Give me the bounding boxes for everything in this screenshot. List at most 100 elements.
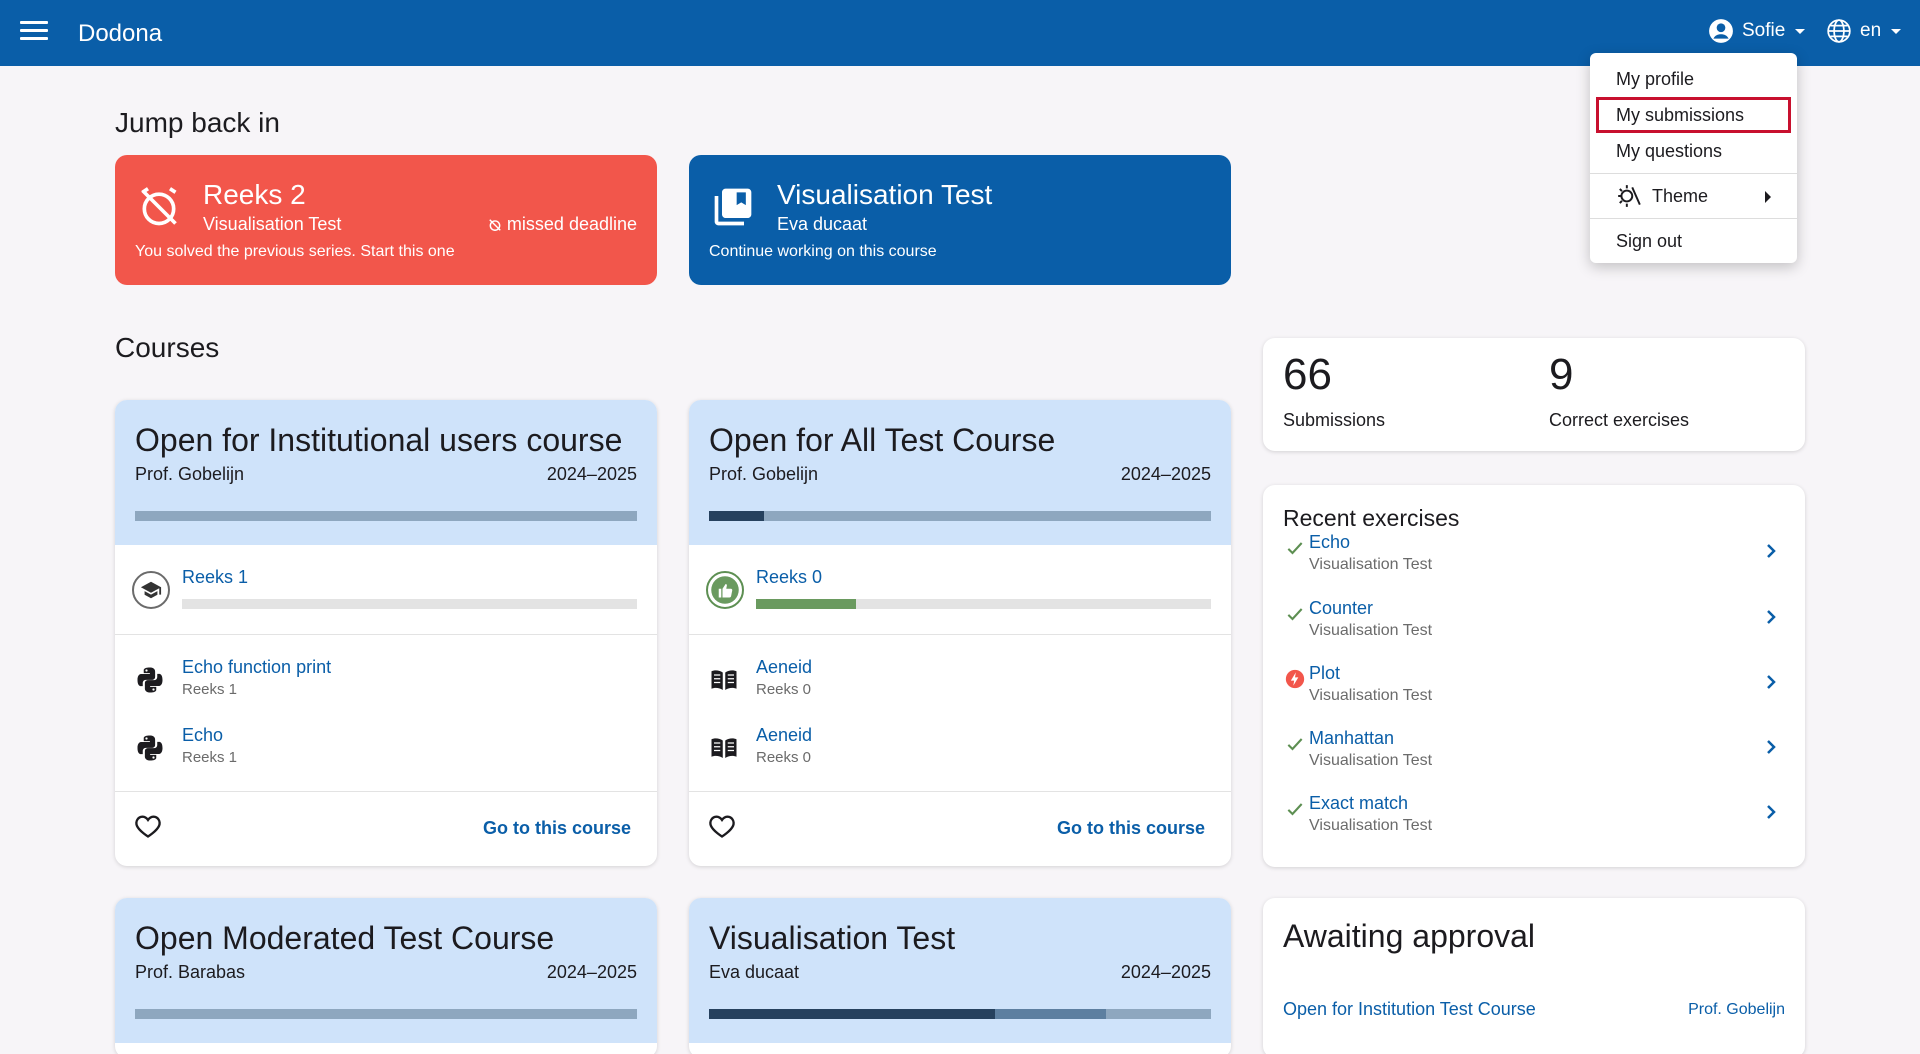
menu-item-sign-out[interactable]: Sign out [1590, 223, 1797, 259]
course-teacher: Prof. Barabas [135, 962, 246, 982]
user-menu-button[interactable]: Sofie [1708, 18, 1806, 44]
menu-divider [1590, 173, 1797, 174]
list-item[interactable]: Echo function print Reeks 1 [115, 655, 657, 707]
recent-exercise-item[interactable]: Echo Visualisation Test [1263, 530, 1805, 590]
series-row[interactable]: Reeks 1 [115, 545, 657, 635]
chevron-right-icon[interactable] [1765, 673, 1777, 691]
exercise-series: Reeks 1 [182, 749, 238, 766]
jump-card-series[interactable]: Reeks 2 Visualisation Test missed deadli… [115, 155, 657, 285]
badge-text: missed deadline [506, 214, 637, 234]
exercise-series: Reeks 1 [182, 681, 238, 698]
menu-item-theme[interactable]: Theme [1590, 178, 1797, 214]
course-year: 2024–2025 [1120, 962, 1211, 982]
check-icon [1287, 738, 1303, 751]
course-exercise-list: Echo function print Reeks 1 Echo Reeks 1 [115, 635, 657, 792]
alarm-off-small-icon [489, 218, 501, 231]
go-to-course-link[interactable]: Go to this course [483, 818, 631, 839]
app-title[interactable]: Dodona [78, 20, 162, 48]
series-row[interactable]: Reeks 0 [689, 545, 1231, 635]
awaiting-course-link[interactable]: Open for Institution Test Course [1283, 999, 1536, 1020]
course-title: Open for Institutional users course [135, 422, 623, 458]
course-teacher: Eva ducaat [709, 962, 800, 982]
list-item[interactable]: Aeneid Reeks 0 [689, 723, 1231, 775]
course-title: Open for All Test Course [709, 422, 1056, 458]
recent-exercise-item[interactable]: Plot Visualisation Test [1263, 661, 1805, 721]
menu-item-my-submissions[interactable]: My submissions [1596, 97, 1791, 133]
progress-segment-correct [709, 511, 765, 521]
chevron-right-icon[interactable] [1765, 542, 1777, 560]
user-name: Sofie [1742, 20, 1786, 41]
recent-exercise-name[interactable]: Counter [1309, 598, 1373, 619]
course-progress-bar [709, 1009, 1211, 1019]
language-menu-button[interactable]: en [1826, 18, 1902, 44]
theme-auto-icon [1618, 185, 1641, 207]
recent-exercise-name[interactable]: Exact match [1309, 793, 1408, 814]
course-title: Visualisation Test [709, 920, 956, 956]
course-teacher: Prof. Gobelijn [709, 464, 819, 484]
series-progress-fill [756, 599, 857, 609]
globe-icon [1827, 19, 1851, 43]
jump-card-subtitle: Eva ducaat [777, 214, 868, 234]
list-item[interactable]: Aeneid Reeks 0 [689, 655, 1231, 707]
hamburger-menu-icon[interactable] [20, 21, 48, 45]
exercise-link[interactable]: Echo [182, 725, 223, 746]
recent-exercise-name[interactable]: Plot [1309, 663, 1340, 684]
menu-item-my-questions[interactable]: My questions [1590, 133, 1797, 169]
exercise-link[interactable]: Aeneid [756, 657, 812, 678]
list-item[interactable]: Echo Reeks 1 [115, 723, 657, 775]
course-card-header[interactable]: Open for Institutional users course Prof… [115, 400, 657, 545]
recent-exercise-course: Visualisation Test [1309, 817, 1433, 834]
series-link[interactable]: Reeks 1 [182, 567, 248, 588]
jump-card-title: Visualisation Test [777, 179, 993, 210]
series-status-circle [132, 571, 170, 609]
recent-exercise-item[interactable]: Exact match Visualisation Test [1263, 791, 1805, 851]
chevron-right-icon[interactable] [1765, 803, 1777, 821]
course-progress-bar [135, 511, 637, 521]
course-title: Open Moderated Test Course [135, 920, 555, 956]
awaiting-approval-title: Awaiting approval [1283, 918, 1536, 954]
progress-segment-correct [709, 1009, 996, 1019]
series-progress-bar [182, 599, 637, 609]
courses-heading: Courses [115, 332, 220, 363]
course-card-header[interactable]: Open for All Test Course Prof. Gobelijn … [689, 400, 1231, 545]
jump-card-subtitle: Visualisation Test [203, 214, 342, 234]
course-card-header[interactable]: Visualisation Test Eva ducaat 2024–2025 [689, 898, 1231, 1043]
recent-exercise-item[interactable]: Manhattan Visualisation Test [1263, 726, 1805, 786]
python-icon [137, 735, 163, 761]
correct-label: Correct exercises [1549, 410, 1690, 430]
error-bolt-icon [1285, 669, 1305, 689]
recent-exercise-item[interactable]: Counter Visualisation Test [1263, 596, 1805, 656]
jump-card-footer: You solved the previous series. Start th… [135, 243, 455, 260]
submissions-count: 66 [1283, 350, 1332, 399]
course-year: 2024–2025 [546, 962, 637, 982]
recent-exercise-course: Visualisation Test [1309, 556, 1433, 573]
favorite-heart-icon[interactable] [707, 812, 737, 840]
recent-exercise-name[interactable]: Manhattan [1309, 728, 1394, 749]
series-progress-bar [756, 599, 1211, 609]
go-to-course-link[interactable]: Go to this course [1057, 818, 1205, 839]
chevron-right-icon[interactable] [1765, 608, 1777, 626]
menu-item-my-profile[interactable]: My profile [1590, 61, 1797, 97]
stats-card: 66 Submissions 9 Correct exercises [1263, 338, 1805, 451]
recent-exercises-card: Recent exercises Echo Visualisation Test C… [1263, 485, 1805, 867]
course-card-footer: Go to this course [689, 792, 1231, 866]
missed-deadline-badge: missed deadline [488, 214, 637, 235]
book-open-icon [711, 738, 737, 758]
caret-down-icon [1795, 28, 1806, 34]
chevron-right-icon[interactable] [1765, 738, 1777, 756]
python-icon [137, 667, 163, 693]
jump-card-course[interactable]: Visualisation Test Eva ducaat Continue w… [689, 155, 1231, 285]
awaiting-approval-card: Awaiting approval Open for Institution T… [1263, 898, 1805, 1054]
course-card-header[interactable]: Open Moderated Test Course Prof. Barabas… [115, 898, 657, 1043]
thumbs-up-icon [711, 576, 739, 604]
course-year: 2024–2025 [1120, 464, 1211, 484]
graduation-cap-icon [140, 581, 162, 599]
recent-exercise-name[interactable]: Echo [1309, 532, 1350, 553]
favorite-heart-icon[interactable] [133, 812, 163, 840]
exercise-link[interactable]: Echo function print [182, 657, 331, 678]
user-dropdown-menu: My profile My submissions My questions T… [1590, 53, 1797, 263]
series-link[interactable]: Reeks 0 [756, 567, 822, 588]
course-card-footer: Go to this course [115, 792, 657, 866]
course-card: Visualisation Test Eva ducaat 2024–2025 [689, 898, 1231, 1054]
exercise-link[interactable]: Aeneid [756, 725, 812, 746]
